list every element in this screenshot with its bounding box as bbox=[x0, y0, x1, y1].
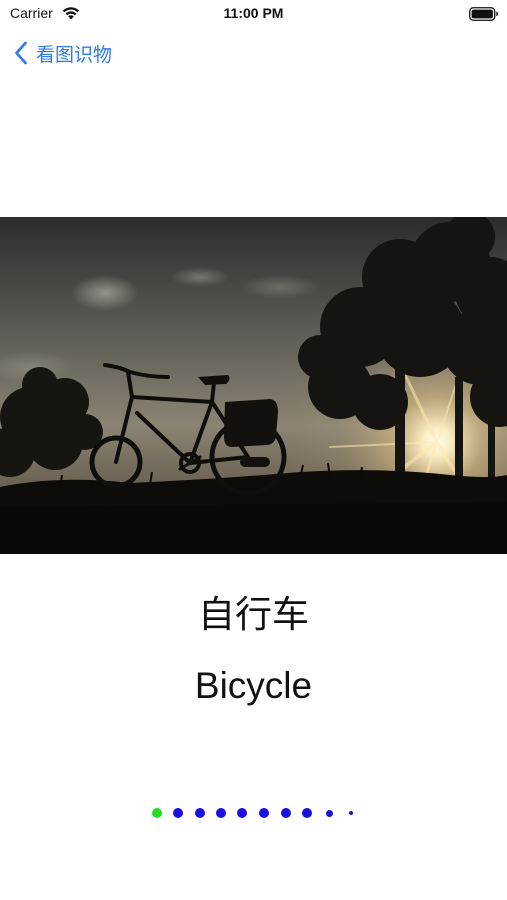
back-button[interactable]: 看图识物 bbox=[14, 38, 112, 68]
page-dot[interactable] bbox=[325, 809, 333, 817]
page-dot[interactable] bbox=[237, 808, 247, 818]
english-word: Bicycle bbox=[194, 665, 313, 706]
page-dot[interactable] bbox=[152, 808, 162, 818]
chinese-word: 自行车 bbox=[198, 593, 309, 636]
chevron-left-icon bbox=[14, 41, 28, 65]
page-dot[interactable] bbox=[349, 811, 353, 815]
page-dot[interactable] bbox=[302, 808, 312, 818]
page-dot[interactable] bbox=[173, 808, 183, 818]
battery-icon bbox=[469, 6, 499, 21]
page-dot[interactable] bbox=[259, 808, 269, 818]
page-dot[interactable] bbox=[281, 808, 291, 818]
status-bar: Carrier 11:00 PM bbox=[0, 0, 507, 28]
page-dot[interactable] bbox=[216, 808, 226, 818]
back-button-label: 看图识物 bbox=[36, 43, 113, 66]
status-time: 11:00 PM bbox=[223, 5, 284, 21]
page-control[interactable] bbox=[0, 806, 507, 820]
object-photo bbox=[0, 217, 507, 554]
page-dot[interactable] bbox=[195, 808, 205, 818]
navigation-bar: 看图识物 bbox=[0, 28, 507, 76]
